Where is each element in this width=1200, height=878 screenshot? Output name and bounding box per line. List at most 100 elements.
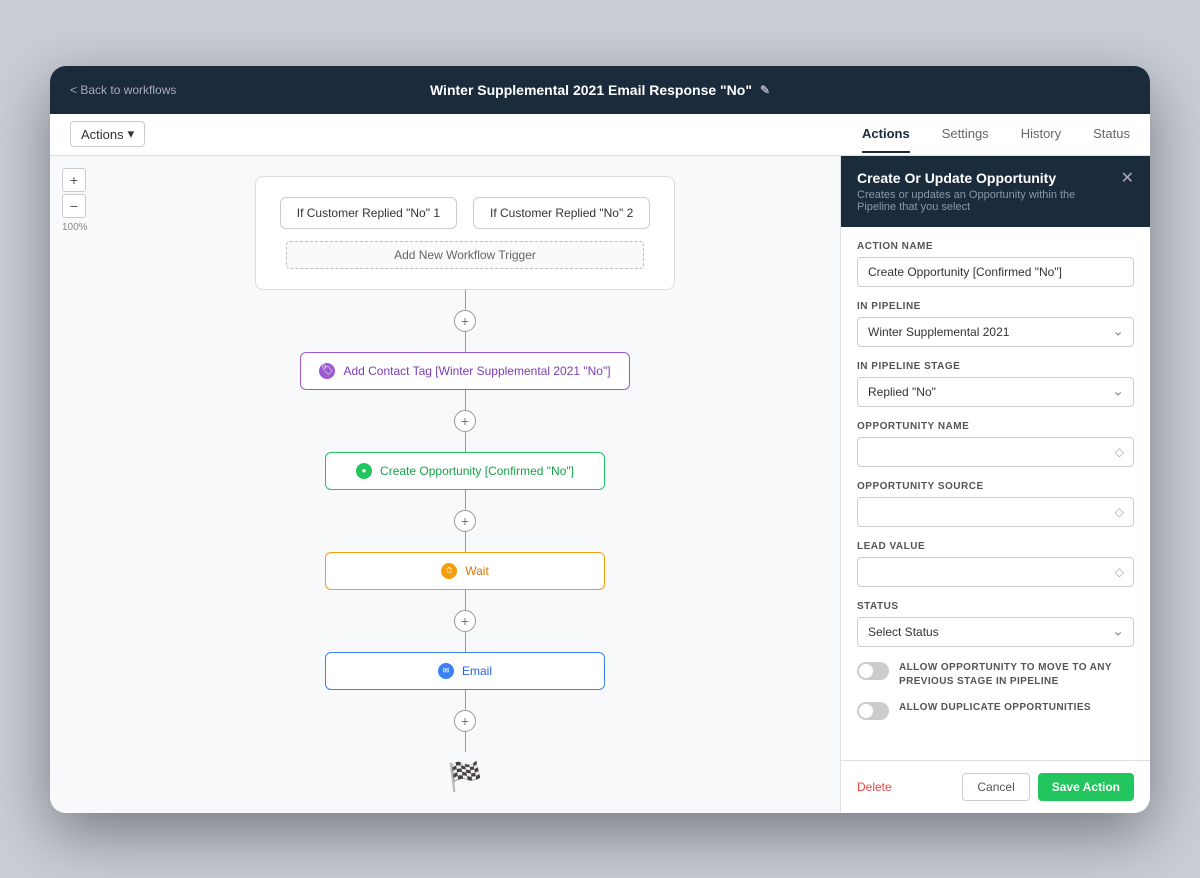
- tabs-bar: Actions ▾ Actions Settings History Statu…: [50, 114, 1150, 156]
- delete-button[interactable]: Delete: [857, 780, 892, 794]
- lead-value-input[interactable]: [857, 557, 1134, 587]
- tab-status[interactable]: Status: [1093, 116, 1130, 153]
- field-in-pipeline: IN PIPELINE Winter Supplemental 2021: [857, 301, 1134, 347]
- zoom-level: 100%: [62, 222, 88, 233]
- finish-flag: 🏁: [448, 760, 483, 793]
- toggle-duplicate[interactable]: [857, 702, 889, 720]
- opportunity-name-input[interactable]: [857, 437, 1134, 467]
- trigger-container: If Customer Replied "No" 1 If Customer R…: [255, 176, 675, 290]
- panel-title: Create Or Update Opportunity: [857, 170, 1113, 186]
- actions-dropdown[interactable]: Actions ▾: [70, 121, 145, 147]
- panel-body: ACTION NAME IN PIPELINE Winter Supplemen…: [841, 227, 1150, 760]
- action-node-email[interactable]: ✉ Email: [325, 652, 605, 690]
- tab-actions[interactable]: Actions: [862, 116, 910, 153]
- connector-line: [465, 532, 466, 552]
- add-trigger-btn[interactable]: Add New Workflow Trigger: [286, 241, 644, 269]
- canvas-area: + − 100% If Customer Replied "No" 1 If C…: [50, 156, 840, 813]
- email-label: Email: [462, 664, 492, 678]
- email-icon: ✉: [438, 663, 454, 679]
- opportunity-source-label: OPPORTUNITY SOURCE: [857, 481, 1134, 492]
- workflow-canvas: If Customer Replied "No" 1 If Customer R…: [50, 156, 840, 813]
- trigger-node-1[interactable]: If Customer Replied "No" 1: [280, 197, 457, 229]
- connector-line: [465, 732, 466, 752]
- connector-line: [465, 632, 466, 652]
- status-label: STATUS: [857, 601, 1134, 612]
- workflow-title: Winter Supplemental 2021 Email Response …: [430, 82, 752, 98]
- tag-label: Add Contact Tag [Winter Supplemental 202…: [343, 364, 610, 378]
- in-pipeline-select-wrapper: Winter Supplemental 2021: [857, 317, 1134, 347]
- trigger-nodes: If Customer Replied "No" 1 If Customer R…: [286, 197, 644, 229]
- edit-icon[interactable]: ✎: [760, 83, 770, 97]
- opportunity-label: Create Opportunity [Confirmed "No"]: [380, 464, 574, 478]
- field-pipeline-stage: IN PIPELINE STAGE Replied "No": [857, 361, 1134, 407]
- panel-footer: Delete Cancel Save Action: [841, 760, 1150, 813]
- lead-value-input-wrapper: [857, 557, 1134, 587]
- connector-line: [465, 690, 466, 710]
- footer-right-buttons: Cancel Save Action: [962, 773, 1134, 801]
- lead-value-label: LEAD VALUE: [857, 541, 1134, 552]
- toggle-previous-stage[interactable]: [857, 662, 889, 680]
- field-opportunity-name: OPPORTUNITY NAME: [857, 421, 1134, 467]
- in-pipeline-select[interactable]: Winter Supplemental 2021: [857, 317, 1134, 347]
- connector-line: [465, 590, 466, 610]
- connector-line: [465, 290, 466, 310]
- toggle-row-1: ALLOW OPPORTUNITY TO MOVE TO ANY PREVIOU…: [857, 661, 1134, 689]
- pipeline-stage-select-wrapper: Replied "No": [857, 377, 1134, 407]
- panel-close-btn[interactable]: ✕: [1121, 168, 1134, 188]
- in-pipeline-label: IN PIPELINE: [857, 301, 1134, 312]
- action-name-label: ACTION NAME: [857, 241, 1134, 252]
- field-opportunity-source: OPPORTUNITY SOURCE: [857, 481, 1134, 527]
- header-title: Winter Supplemental 2021 Email Response …: [430, 82, 770, 98]
- connector-plus-4[interactable]: +: [454, 610, 476, 632]
- field-status: STATUS Select Status: [857, 601, 1134, 647]
- opportunity-name-input-wrapper: [857, 437, 1134, 467]
- trigger-node-2[interactable]: If Customer Replied "No" 2: [473, 197, 650, 229]
- connector-4: +: [454, 590, 476, 652]
- cancel-button[interactable]: Cancel: [962, 773, 1029, 801]
- opportunity-name-label: OPPORTUNITY NAME: [857, 421, 1134, 432]
- dropdown-icon: ▾: [128, 126, 135, 142]
- connector-line: [465, 432, 466, 452]
- connector-line: [465, 490, 466, 510]
- device-frame: < Back to workflows Winter Supplemental …: [50, 66, 1150, 813]
- zoom-minus-btn[interactable]: −: [62, 194, 86, 218]
- pipeline-stage-select[interactable]: Replied "No": [857, 377, 1134, 407]
- opportunity-icon: ●: [356, 463, 372, 479]
- connector-plus-5[interactable]: +: [454, 710, 476, 732]
- connector-line: [465, 332, 466, 352]
- opportunity-source-input-wrapper: [857, 497, 1134, 527]
- tag-icon: 🏷: [319, 363, 335, 379]
- pipeline-stage-label: IN PIPELINE STAGE: [857, 361, 1134, 372]
- toggle-duplicate-label: ALLOW DUPLICATE OPPORTUNITIES: [899, 701, 1091, 715]
- connector-plus-2[interactable]: +: [454, 410, 476, 432]
- action-node-tag[interactable]: 🏷 Add Contact Tag [Winter Supplemental 2…: [300, 352, 629, 390]
- opportunity-source-input[interactable]: [857, 497, 1134, 527]
- connector-plus-1[interactable]: +: [454, 310, 476, 332]
- zoom-controls: + − 100%: [62, 168, 88, 233]
- panel-subtitle: Creates or updates an Opportunity within…: [857, 189, 1113, 213]
- panel-header: Create Or Update Opportunity Creates or …: [841, 156, 1150, 227]
- connector-1: +: [454, 290, 476, 352]
- action-node-wait[interactable]: ⏱ Wait: [325, 552, 605, 590]
- status-select[interactable]: Select Status: [857, 617, 1134, 647]
- action-name-input[interactable]: [857, 257, 1134, 287]
- field-action-name: ACTION NAME: [857, 241, 1134, 287]
- main-layout: + − 100% If Customer Replied "No" 1 If C…: [50, 156, 1150, 813]
- wait-label: Wait: [465, 564, 489, 578]
- status-select-wrapper: Select Status: [857, 617, 1134, 647]
- connector-2: +: [454, 390, 476, 452]
- tab-settings[interactable]: Settings: [942, 116, 989, 153]
- connector-plus-3[interactable]: +: [454, 510, 476, 532]
- tab-history[interactable]: History: [1021, 116, 1061, 153]
- save-action-button[interactable]: Save Action: [1038, 773, 1134, 801]
- back-link[interactable]: < Back to workflows: [70, 83, 176, 97]
- toggle-row-2: ALLOW DUPLICATE OPPORTUNITIES: [857, 701, 1134, 720]
- field-lead-value: LEAD VALUE: [857, 541, 1134, 587]
- right-panel: Create Or Update Opportunity Creates or …: [840, 156, 1150, 813]
- action-node-opportunity[interactable]: ● Create Opportunity [Confirmed "No"]: [325, 452, 605, 490]
- connector-3: +: [454, 490, 476, 552]
- connector-line: [465, 390, 466, 410]
- zoom-plus-btn[interactable]: +: [62, 168, 86, 192]
- connector-5: +: [454, 690, 476, 752]
- toggle-previous-stage-label: ALLOW OPPORTUNITY TO MOVE TO ANY PREVIOU…: [899, 661, 1134, 689]
